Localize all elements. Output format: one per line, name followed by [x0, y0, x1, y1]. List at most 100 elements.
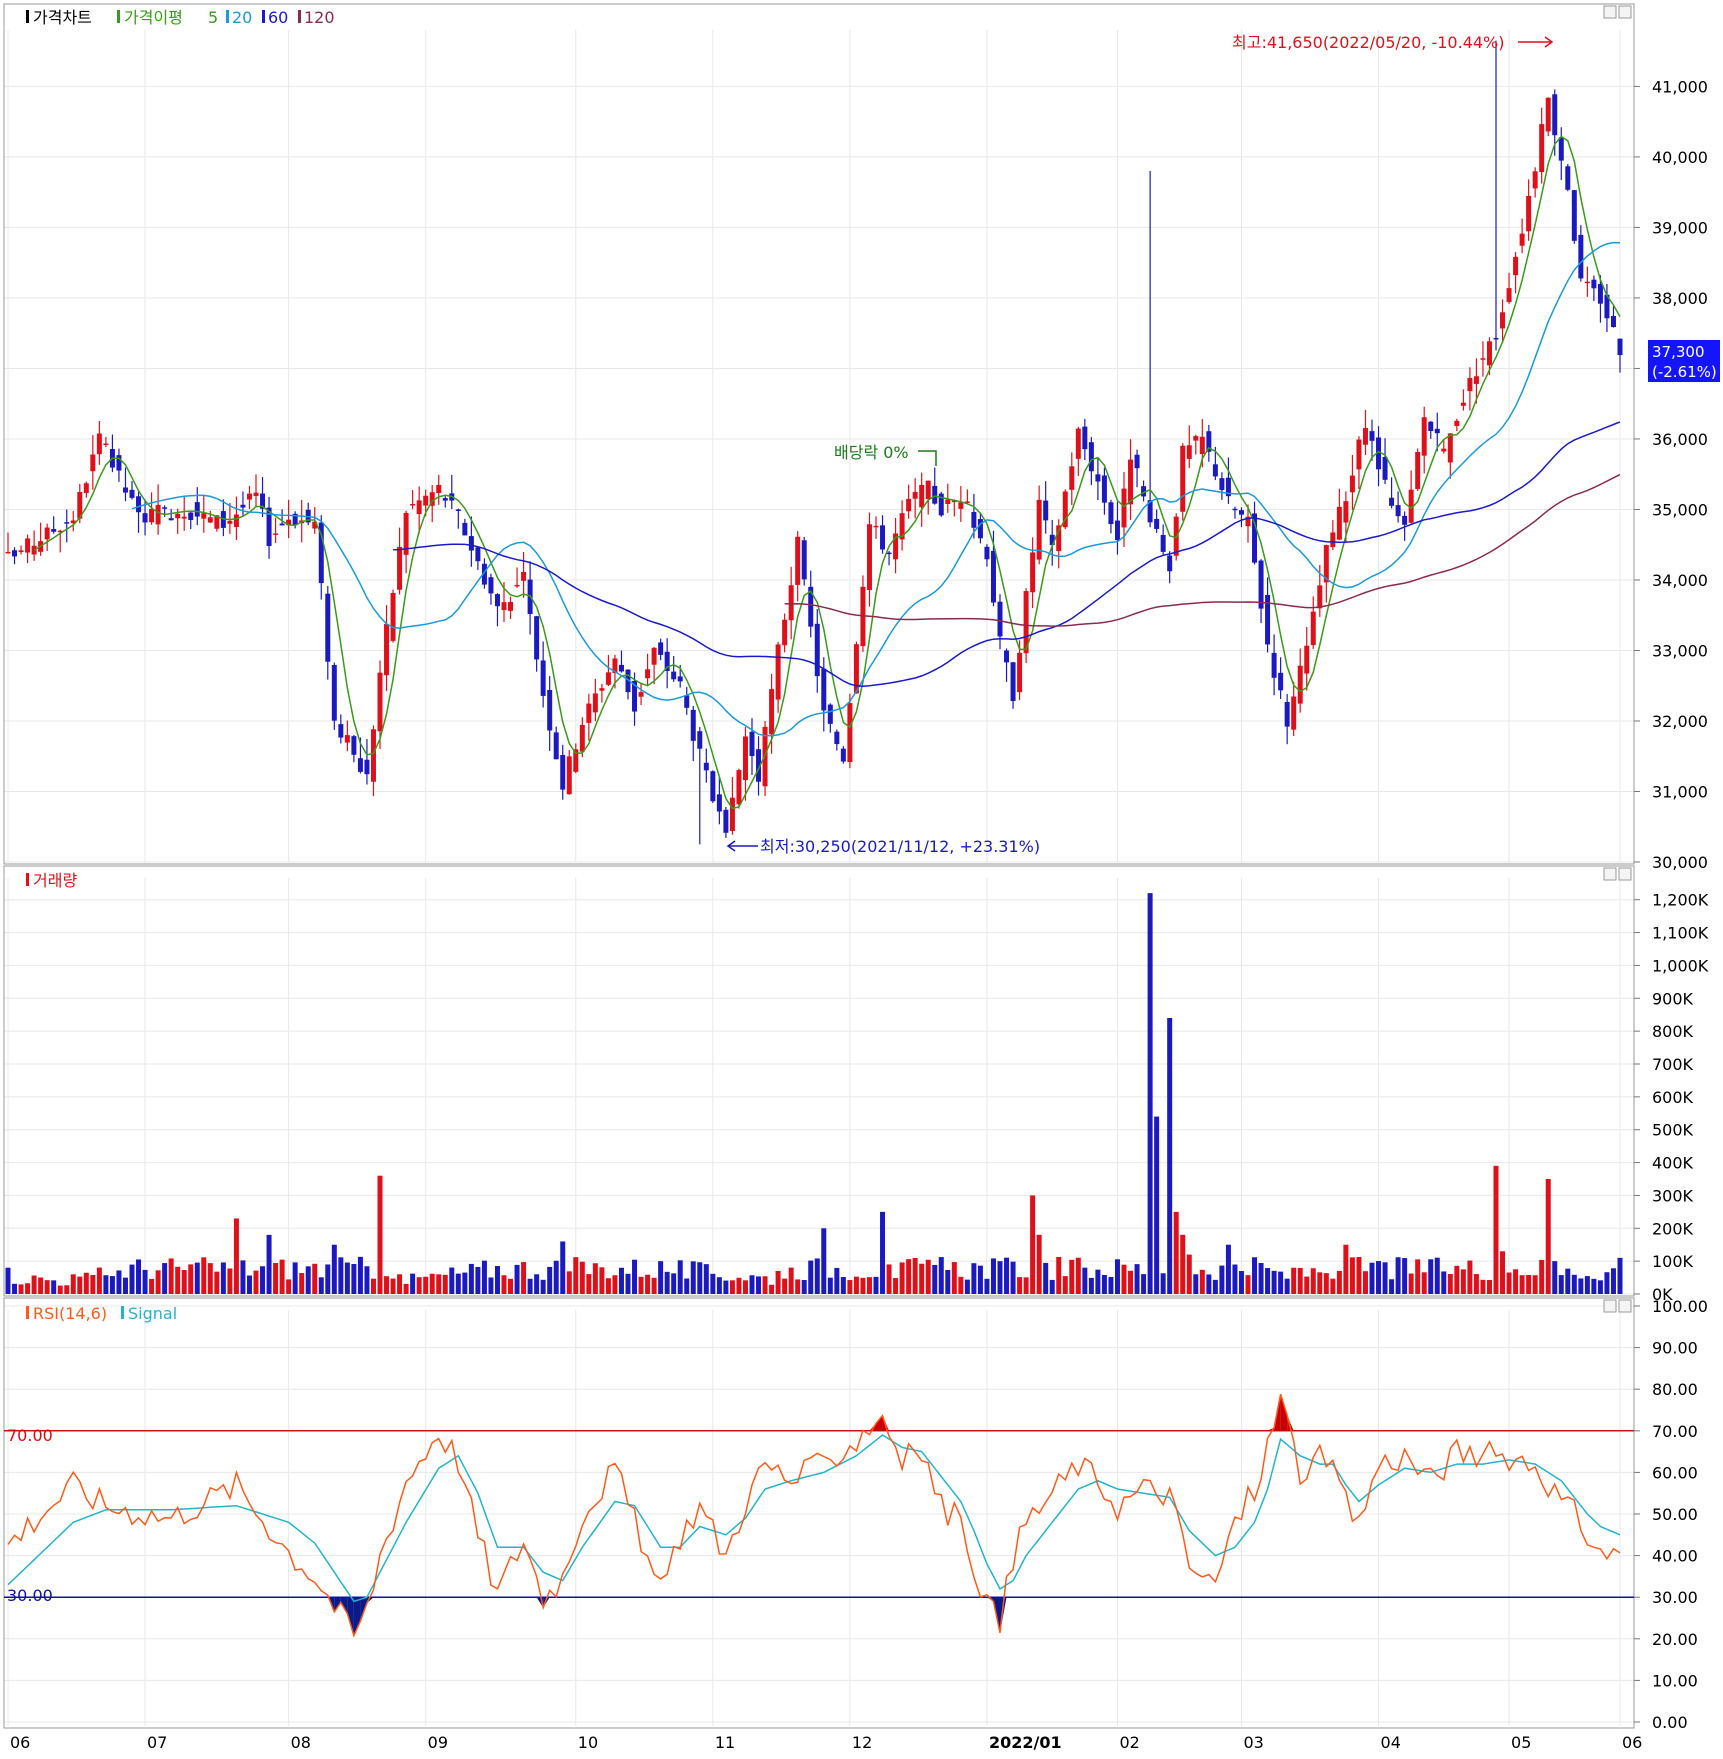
- volume-bar: [730, 1280, 735, 1294]
- candle-body: [1089, 442, 1094, 471]
- x-axis-label: 10: [578, 1733, 598, 1752]
- volume-bar: [325, 1264, 330, 1294]
- volume-bar: [736, 1278, 741, 1294]
- candle-body: [723, 810, 728, 833]
- x-axis-label: 07: [147, 1733, 167, 1752]
- volume-bar: [919, 1264, 924, 1294]
- maximize-icon[interactable]: [1619, 6, 1631, 18]
- volume-bar: [430, 1274, 435, 1294]
- volume-bar: [1415, 1259, 1420, 1294]
- candle-body: [815, 624, 820, 676]
- volume-bar: [697, 1262, 702, 1294]
- candle-body: [1448, 433, 1453, 462]
- candle-body: [84, 483, 89, 493]
- volume-bar: [547, 1267, 552, 1294]
- volume-bar: [358, 1257, 363, 1294]
- candle-body: [1317, 585, 1322, 608]
- volume-bar: [1128, 1271, 1133, 1294]
- ma-line-5: [34, 137, 1620, 809]
- candle-body: [1598, 284, 1603, 304]
- candle-body: [1102, 475, 1107, 502]
- price-panel-title: 가격차트: [33, 8, 92, 27]
- volume-bar: [116, 1270, 121, 1294]
- volume-tick-label: 600K: [1652, 1088, 1694, 1107]
- volume-bar: [1507, 1273, 1512, 1294]
- volume-bar: [1089, 1278, 1094, 1294]
- volume-bar: [247, 1276, 252, 1294]
- volume-bar: [1604, 1272, 1609, 1294]
- volume-bar: [1246, 1275, 1251, 1294]
- rsi-tick-label: 30.00: [1652, 1588, 1698, 1607]
- legend-marker-volume: [26, 873, 29, 886]
- candle-body: [1454, 421, 1459, 426]
- candle-body: [913, 492, 918, 499]
- volume-bar: [19, 1284, 24, 1294]
- candle-body: [234, 515, 239, 527]
- volume-bar: [254, 1271, 259, 1294]
- volume-bar: [1539, 1260, 1544, 1294]
- candle-body: [1115, 521, 1120, 541]
- candle-body: [1578, 235, 1583, 278]
- volume-bar: [443, 1275, 448, 1294]
- candle-body: [469, 536, 474, 550]
- candle-body: [1082, 427, 1087, 449]
- candle-body: [227, 521, 232, 524]
- candle-body: [1330, 532, 1335, 547]
- candle-body: [1095, 474, 1100, 481]
- candle-body: [410, 504, 415, 506]
- rsi-minimize-icon[interactable]: [1604, 1300, 1616, 1312]
- candle-body: [1591, 280, 1596, 289]
- ma-legend-5: 5: [208, 8, 218, 27]
- candle-body: [1494, 338, 1499, 340]
- volume-bar: [880, 1212, 885, 1294]
- volume-minimize-icon[interactable]: [1604, 868, 1616, 880]
- rsi-maximize-icon[interactable]: [1619, 1300, 1631, 1312]
- volume-bar: [1232, 1265, 1237, 1294]
- volume-bar: [1076, 1258, 1081, 1294]
- rsi-tick-label: 0.00: [1652, 1713, 1688, 1732]
- candle-body: [1030, 552, 1035, 592]
- price-tick-label: 40,000: [1652, 148, 1708, 167]
- candle-body: [397, 547, 402, 590]
- volume-bar: [1180, 1235, 1185, 1294]
- volume-y-axis: 0K100K200K300K400K500K600K700K800K900K1,…: [1634, 891, 1709, 1304]
- rsi-tick-label: 60.00: [1652, 1463, 1698, 1482]
- volume-bar: [1069, 1260, 1074, 1294]
- x-axis-label: 02: [1119, 1733, 1139, 1752]
- candle-body: [201, 513, 206, 518]
- volume-bar: [834, 1268, 839, 1294]
- volume-bar: [221, 1262, 226, 1294]
- volume-bar: [1187, 1255, 1192, 1294]
- rsi-lower-label: 30.00: [7, 1586, 53, 1605]
- volume-bar: [417, 1277, 422, 1294]
- volume-bar: [162, 1263, 167, 1294]
- candle-body: [697, 731, 702, 748]
- candle-body: [97, 433, 102, 454]
- volume-bar: [665, 1272, 670, 1294]
- volume-bar: [534, 1274, 539, 1294]
- candle-body: [926, 481, 931, 499]
- candle-body: [273, 533, 278, 535]
- candle-body: [364, 760, 369, 775]
- candle-body: [1559, 137, 1564, 160]
- volume-bar: [1363, 1271, 1368, 1294]
- candle-body: [443, 498, 448, 501]
- candle-body: [945, 500, 950, 504]
- minimize-icon[interactable]: [1604, 6, 1616, 18]
- volume-maximize-icon[interactable]: [1619, 868, 1631, 880]
- volume-bar: [580, 1262, 585, 1294]
- volume-bar: [515, 1265, 520, 1294]
- volume-bar: [1448, 1274, 1453, 1294]
- moving-average-lines: [34, 137, 1620, 809]
- volume-bar: [1487, 1280, 1492, 1294]
- volume-bar: [1435, 1258, 1440, 1294]
- volume-bar: [632, 1260, 637, 1294]
- volume-bar: [456, 1274, 461, 1294]
- volume-tick-label: 900K: [1652, 989, 1694, 1008]
- volume-bar: [1004, 1258, 1009, 1294]
- candle-body: [606, 672, 611, 684]
- volume-tick-label: 1,200K: [1652, 891, 1709, 910]
- volume-bar: [1285, 1279, 1290, 1294]
- candle-body: [1389, 498, 1394, 506]
- volume-bar: [1148, 893, 1153, 1294]
